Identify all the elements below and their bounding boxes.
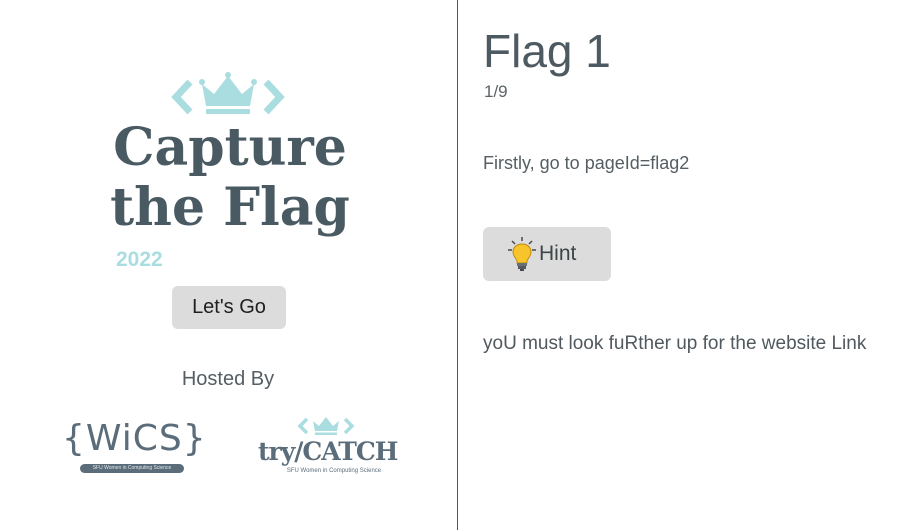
crown-code-icon — [171, 72, 285, 115]
flag-instruction: Firstly, go to pageId=flag2 — [483, 153, 690, 173]
wics-logo-tagline: SFU Women in Computing Science — [80, 464, 184, 473]
lets-go-button[interactable]: Let's Go — [172, 286, 286, 329]
hint-button[interactable]: Hint — [483, 227, 611, 281]
trycatch-logo: try/CATCH SFU Women in Computing Science — [254, 414, 404, 480]
trycatch-logo-text: try/CATCH — [258, 437, 398, 466]
event-title: Capture the Flag — [110, 118, 350, 238]
flag-progress: 1/9 — [484, 82, 508, 101]
flag-panel: Flag 1 1/9 Firstly, go to pageId=flag2 H… — [458, 0, 900, 530]
landing-panel: Capture the Flag 2022 Let's Go Hosted By… — [0, 0, 457, 530]
wics-logo: {WiCS} SFU Women in Computing Science — [62, 418, 207, 478]
trycatch-logo-tagline: SFU Women in Computing Science — [286, 468, 382, 474]
event-title-line-2: the Flag — [110, 177, 350, 238]
event-year: 2022 — [116, 248, 163, 271]
hint-text: yoU must look fuRther up for the website… — [483, 333, 867, 354]
lightbulb-icon — [508, 237, 536, 271]
wics-logo-text: {WiCS} — [62, 418, 207, 459]
crown-code-icon — [297, 417, 355, 435]
event-title-line-1: Capture — [113, 117, 347, 178]
flag-title: Flag 1 — [483, 25, 611, 77]
hint-button-label: Hint — [539, 242, 577, 265]
hosted-by-heading: Hosted By — [181, 368, 275, 390]
